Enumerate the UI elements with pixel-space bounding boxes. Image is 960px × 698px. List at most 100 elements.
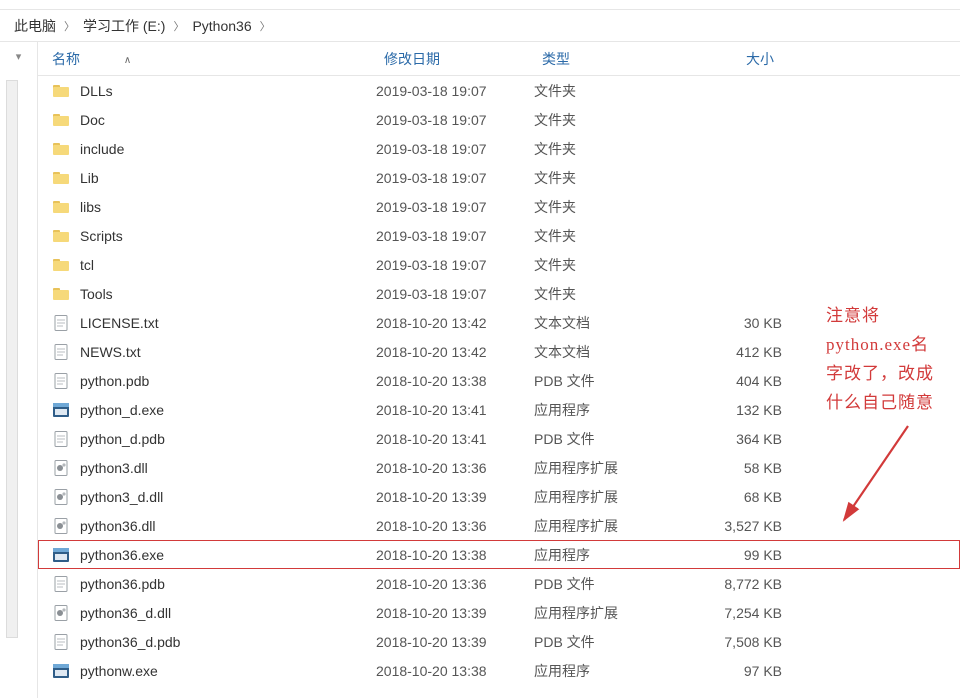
file-date-cell: 2018-10-20 13:42 — [376, 315, 534, 331]
file-row[interactable]: python36.pdb2018-10-20 13:36PDB 文件8,772 … — [38, 569, 960, 598]
chevron-right-icon: 〉 — [254, 18, 277, 34]
folder-icon — [52, 285, 70, 303]
file-row[interactable]: pythonw.exe2018-10-20 13:38应用程序97 KB — [38, 656, 960, 685]
file-name-cell[interactable]: python.pdb — [44, 372, 376, 390]
file-row[interactable]: python_d.exe2018-10-20 13:41应用程序132 KB — [38, 395, 960, 424]
file-type-cell: 文本文档 — [534, 342, 690, 362]
file-name-cell[interactable]: pythonw.exe — [44, 662, 376, 680]
file-size-cell: 58 KB — [690, 460, 782, 476]
column-header-size[interactable]: 大小 — [690, 49, 782, 69]
file-row[interactable]: python3_d.dll2018-10-20 13:39应用程序扩展68 KB — [38, 482, 960, 511]
file-name-cell[interactable]: libs — [44, 198, 376, 216]
breadcrumb-item-0[interactable]: 此电脑 — [12, 16, 58, 36]
file-name-cell[interactable]: LICENSE.txt — [44, 314, 376, 332]
chevron-down-icon[interactable]: ▾ — [16, 50, 22, 63]
file-date-cell: 2019-03-18 19:07 — [376, 228, 534, 244]
file-row[interactable]: Doc2019-03-18 19:07文件夹 — [38, 105, 960, 134]
file-name-cell[interactable]: include — [44, 140, 376, 158]
file-row[interactable]: python36.exe2018-10-20 13:38应用程序99 KB — [38, 540, 960, 569]
file-date-cell: 2018-10-20 13:39 — [376, 605, 534, 621]
file-row[interactable]: python.pdb2018-10-20 13:38PDB 文件404 KB — [38, 366, 960, 395]
file-size-cell: 7,254 KB — [690, 605, 782, 621]
file-date-cell: 2018-10-20 13:36 — [376, 460, 534, 476]
file-name-label: libs — [80, 199, 101, 215]
file-type-cell: 应用程序 — [534, 545, 690, 565]
file-name-cell[interactable]: Lib — [44, 169, 376, 187]
file-name-label: python.pdb — [80, 373, 149, 389]
file-name-label: python3.dll — [80, 460, 148, 476]
file-type-cell: 文件夹 — [534, 81, 690, 101]
file-date-cell: 2019-03-18 19:07 — [376, 286, 534, 302]
file-row[interactable]: python36_d.dll2018-10-20 13:39应用程序扩展7,25… — [38, 598, 960, 627]
file-name-cell[interactable]: python36.exe — [44, 546, 376, 564]
sort-indicator-icon: ∧ — [84, 55, 131, 66]
file-row[interactable]: NEWS.txt2018-10-20 13:42文本文档412 KB — [38, 337, 960, 366]
breadcrumb-item-2[interactable]: Python36 — [190, 18, 253, 34]
file-name-cell[interactable]: python3.dll — [44, 459, 376, 477]
column-header-name[interactable]: 名称 ∧ — [44, 49, 376, 69]
file-name-cell[interactable]: Scripts — [44, 227, 376, 245]
file-name-cell[interactable]: python3_d.dll — [44, 488, 376, 506]
file-type-cell: 文件夹 — [534, 168, 690, 188]
file-name-cell[interactable]: Tools — [44, 285, 376, 303]
column-header-type[interactable]: 类型 — [534, 49, 690, 69]
file-name-cell[interactable]: python36_d.dll — [44, 604, 376, 622]
file-name-label: python_d.pdb — [80, 431, 165, 447]
file-icon — [52, 430, 70, 448]
file-size-cell: 8,772 KB — [690, 576, 782, 592]
file-name-cell[interactable]: tcl — [44, 256, 376, 274]
exe-icon — [52, 546, 70, 564]
file-name-cell[interactable]: python_d.exe — [44, 401, 376, 419]
column-headers[interactable]: 名称 ∧ 修改日期 类型 大小 — [38, 42, 960, 76]
file-name-label: python36_d.pdb — [80, 634, 180, 650]
file-name-cell[interactable]: NEWS.txt — [44, 343, 376, 361]
file-row[interactable]: libs2019-03-18 19:07文件夹 — [38, 192, 960, 221]
file-date-cell: 2019-03-18 19:07 — [376, 257, 534, 273]
file-name-cell[interactable]: python_d.pdb — [44, 430, 376, 448]
file-name-label: Lib — [80, 170, 99, 186]
file-type-cell: 应用程序 — [534, 400, 690, 420]
exe-icon — [52, 401, 70, 419]
file-name-cell[interactable]: Doc — [44, 111, 376, 129]
file-row[interactable]: Scripts2019-03-18 19:07文件夹 — [38, 221, 960, 250]
file-row[interactable]: python36_d.pdb2018-10-20 13:39PDB 文件7,50… — [38, 627, 960, 656]
file-name-cell[interactable]: python36.dll — [44, 517, 376, 535]
file-name-label: Doc — [80, 112, 105, 128]
annotation-line: 字改了，改成 — [826, 360, 960, 389]
file-type-cell: PDB 文件 — [534, 574, 690, 594]
folder-icon — [52, 198, 70, 216]
breadcrumb-item-1[interactable]: 学习工作 (E:) — [81, 16, 167, 36]
file-row[interactable]: python_d.pdb2018-10-20 13:41PDB 文件364 KB — [38, 424, 960, 453]
file-name-cell[interactable]: python36.pdb — [44, 575, 376, 593]
file-row[interactable]: python3.dll2018-10-20 13:36应用程序扩展58 KB — [38, 453, 960, 482]
file-row[interactable]: include2019-03-18 19:07文件夹 — [38, 134, 960, 163]
file-row[interactable]: Tools2019-03-18 19:07文件夹 — [38, 279, 960, 308]
breadcrumb[interactable]: 此电脑 〉 学习工作 (E:) 〉 Python36 〉 — [0, 10, 960, 42]
file-type-cell: 文件夹 — [534, 255, 690, 275]
chevron-right-icon: 〉 — [58, 18, 81, 34]
file-date-cell: 2018-10-20 13:41 — [376, 402, 534, 418]
file-row[interactable]: tcl 2019-03-18 19:07文件夹 — [38, 250, 960, 279]
file-name-label: tcl — [80, 257, 94, 273]
file-icon — [52, 575, 70, 593]
nav-pane-scrollbar[interactable] — [6, 80, 18, 638]
file-name-cell[interactable]: python36_d.pdb — [44, 633, 376, 651]
file-date-cell: 2019-03-18 19:07 — [376, 199, 534, 215]
file-date-cell: 2019-03-18 19:07 — [376, 170, 534, 186]
file-name-label: LICENSE.txt — [80, 315, 159, 331]
file-name-cell[interactable]: DLLs — [44, 82, 376, 100]
file-type-cell: PDB 文件 — [534, 371, 690, 391]
file-icon — [52, 633, 70, 651]
folder-icon — [52, 227, 70, 245]
file-size-cell: 404 KB — [690, 373, 782, 389]
nav-pane[interactable]: ▾ — [0, 42, 38, 698]
file-row[interactable]: Lib 2019-03-18 19:07文件夹 — [38, 163, 960, 192]
file-row[interactable]: LICENSE.txt2018-10-20 13:42文本文档30 KB — [38, 308, 960, 337]
file-size-cell: 3,527 KB — [690, 518, 782, 534]
folder-icon — [52, 111, 70, 129]
file-row[interactable]: python36.dll2018-10-20 13:36应用程序扩展3,527 … — [38, 511, 960, 540]
annotation-line: python.exe名 — [826, 331, 960, 360]
file-row[interactable]: DLLs2019-03-18 19:07文件夹 — [38, 76, 960, 105]
file-date-cell: 2018-10-20 13:38 — [376, 663, 534, 679]
column-header-date[interactable]: 修改日期 — [376, 49, 534, 69]
